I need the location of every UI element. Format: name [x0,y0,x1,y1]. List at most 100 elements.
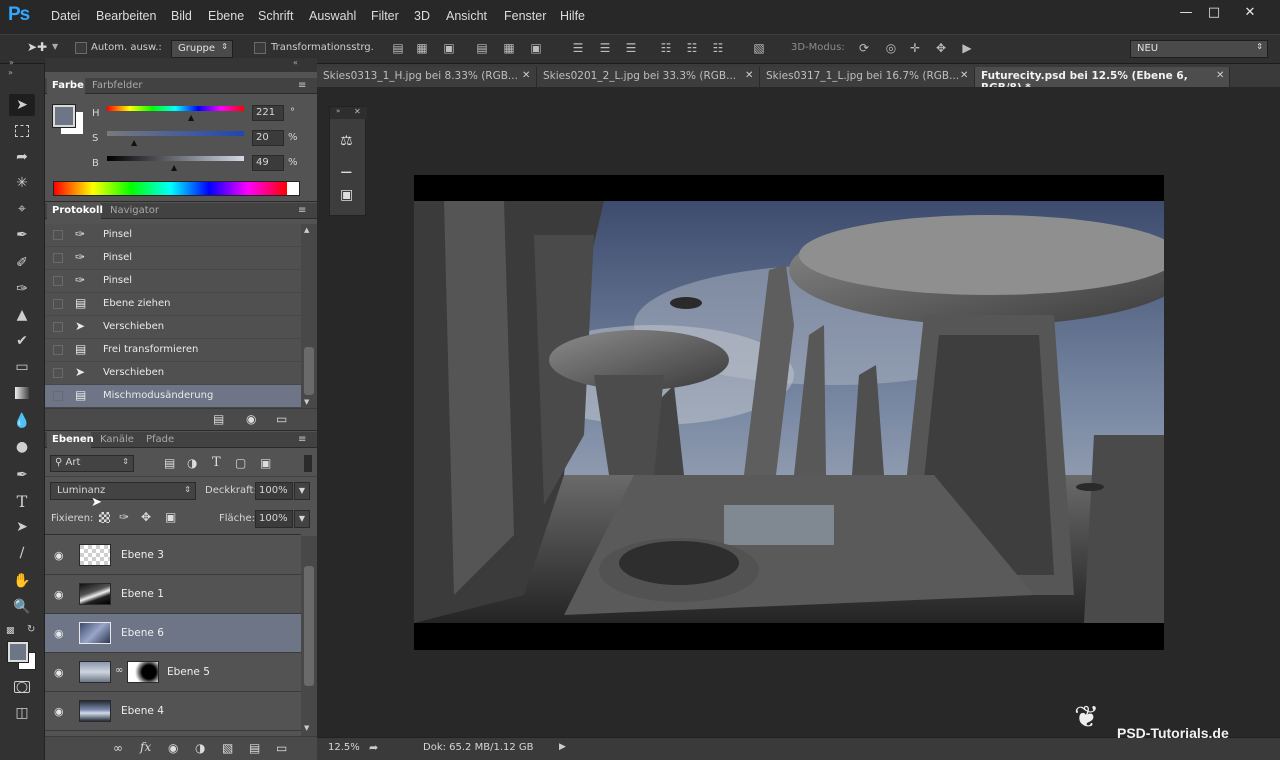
close-icon[interactable]: ✕ [354,107,361,116]
panel-menu-icon[interactable]: ≡ [298,434,306,445]
folder-icon[interactable]: ▧ [222,741,233,755]
align-vcenter-icon[interactable]: ▦ [415,41,429,55]
document-canvas[interactable] [414,175,1189,650]
align-right-icon[interactable]: ▣ [529,41,543,55]
layer-name[interactable]: Ebene 3 [121,549,164,561]
transform-controls-checkbox[interactable] [254,42,266,54]
document-tab[interactable]: Skies0317_1_L.jpg bei 16.7% (RGB... ✕ [760,67,975,87]
eye-icon[interactable]: ◉ [54,588,66,601]
magic-wand-tool-icon[interactable]: ✳ [9,172,35,194]
distribute-top-icon[interactable]: ☰ [571,41,585,55]
layer-mask-thumbnail[interactable] [127,661,159,683]
layer-row[interactable]: ◉ ∞ Ebene 5 [45,653,301,692]
saturation-slider[interactable] [107,131,244,136]
lock-pixels-icon[interactable]: ✑ [119,510,129,524]
pen-tool-icon[interactable]: ✒ [9,464,35,486]
panel-menu-icon[interactable]: ≡ [298,205,306,216]
path-selection-tool-icon[interactable]: ➤ [9,516,35,538]
type-tool-icon[interactable]: T [9,490,35,512]
snapshot-checkbox[interactable] [53,253,63,263]
eye-icon[interactable]: ◉ [54,549,66,562]
eyedropper-tool-icon[interactable]: ✒ [9,224,35,246]
layer-row[interactable]: ◉ Ebene 1 [45,575,301,614]
document-tab[interactable]: Skies0313_1_H.jpg bei 8.33% (RGB... ✕ [317,67,537,87]
blend-mode-dropdown[interactable]: Luminanz ⇕ [50,482,196,500]
new-layer-icon[interactable]: ▤ [249,741,260,755]
menu-bearbeiten[interactable]: Bearbeiten [96,9,156,23]
foreground-color-swatch[interactable] [7,641,29,663]
brush-tool-icon[interactable]: ✑ [9,278,35,300]
menu-hilfe[interactable]: Hilfe [560,9,585,23]
distribute-bottom-icon[interactable]: ☰ [624,41,638,55]
tab-farbe[interactable]: Farbe [52,80,84,91]
marquee-tool-icon[interactable] [9,120,35,142]
hue-slider[interactable] [107,106,244,111]
status-menu-arrow-icon[interactable]: ▶ [559,742,566,752]
3d-slide-icon[interactable]: ✥ [934,41,948,55]
layer-style-icon[interactable]: fx [140,740,151,754]
menu-ansicht[interactable]: Ansicht [446,9,487,23]
snapshot-checkbox[interactable] [53,299,63,309]
layer-name[interactable]: Ebene 5 [167,666,210,678]
adjustments-sliders-icon[interactable]: ⚊ [340,161,353,177]
3d-scale-icon[interactable]: ▶ [960,41,974,55]
layer-filter-dropdown[interactable]: ⚲ Art ⇕ [50,455,134,472]
distribute-vcenter-icon[interactable]: ☰ [598,41,612,55]
align-hcenter-icon[interactable]: ▦ [502,41,516,55]
layer-name[interactable]: Ebene 6 [121,627,164,639]
hue-input[interactable]: 221 [252,105,284,121]
minimize-icon[interactable]: — [1172,3,1200,21]
color-ramp[interactable] [53,181,300,196]
quick-mask-icon[interactable]: ○ [9,676,35,698]
color-foreground-swatch[interactable] [52,104,76,128]
brush-presets-icon[interactable]: ⚖ [340,133,353,149]
snapshot-checkbox[interactable] [53,276,63,286]
history-item[interactable]: ➤ Verschieben [45,316,301,339]
move-tool-icon[interactable]: ➤ [9,94,35,116]
3d-cube-icon[interactable]: ▣ [340,187,353,203]
eraser-tool-icon[interactable]: ▭ [9,356,35,378]
hue-slider-handle[interactable]: ▲ [188,113,194,122]
tab-navigator[interactable]: Navigator [110,205,159,216]
filter-type-icon[interactable]: T [212,455,221,470]
opacity-chevron-icon[interactable]: ▼ [294,482,310,500]
3d-rotate-icon[interactable]: ⟳ [857,41,871,55]
history-item[interactable]: ▤ Ebene ziehen [45,293,301,316]
history-scrollbar[interactable]: ▲ ▼ [301,224,317,408]
layer-row-selected[interactable]: ◉ Ebene 6 [45,614,301,653]
line-tool-icon[interactable]: ∕ [9,542,35,564]
camera-icon[interactable]: ◉ [246,412,256,426]
menu-3d[interactable]: 3D [414,9,430,23]
link-icon[interactable]: ∞ [115,665,123,676]
close-icon[interactable]: ✕ [522,70,530,81]
move-tool-preset-icon[interactable]: ➤✚ [27,40,47,56]
layer-row[interactable]: ◉ Ebene 4 [45,692,301,731]
history-item-selected[interactable]: ▤ Mischmodusänderung [45,385,301,408]
menu-ebene[interactable]: Ebene [208,9,244,23]
tab-protokoll[interactable]: Protokoll [52,205,103,216]
document-tab[interactable]: Skies0201_2_L.jpg bei 33.3% (RGB... ✕ [537,67,760,87]
maximize-icon[interactable]: □ [1200,3,1228,21]
layer-name[interactable]: Ebene 4 [121,705,164,717]
menu-bild[interactable]: Bild [171,9,192,23]
history-item[interactable]: ✑ Pinsel [45,224,301,247]
align-bottom-icon[interactable]: ▣ [442,41,456,55]
lasso-tool-icon[interactable]: ➦ [9,146,35,168]
eye-icon[interactable]: ◉ [54,666,66,679]
brightness-slider-handle[interactable]: ▲ [171,163,177,172]
hand-tool-icon[interactable]: ✋ [9,570,35,592]
auto-align-icon[interactable]: ▧ [752,41,766,55]
distribute-left-icon[interactable]: ☷ [659,41,673,55]
snapshot-checkbox[interactable] [53,391,63,401]
brightness-input[interactable]: 49 [252,155,284,171]
fill-chevron-icon[interactable]: ▼ [294,510,310,528]
saturation-slider-handle[interactable]: ▲ [131,138,137,147]
filter-toggle[interactable] [304,455,312,472]
filter-adjustment-icon[interactable]: ◑ [187,456,197,470]
brightness-slider[interactable] [107,156,244,161]
fill-input[interactable]: 100% [255,510,293,528]
menu-filter[interactable]: Filter [371,9,399,23]
layer-name[interactable]: Ebene 1 [121,588,164,600]
collapse-dock-icon[interactable]: « [293,58,298,67]
auto-select-checkbox[interactable] [75,42,87,54]
